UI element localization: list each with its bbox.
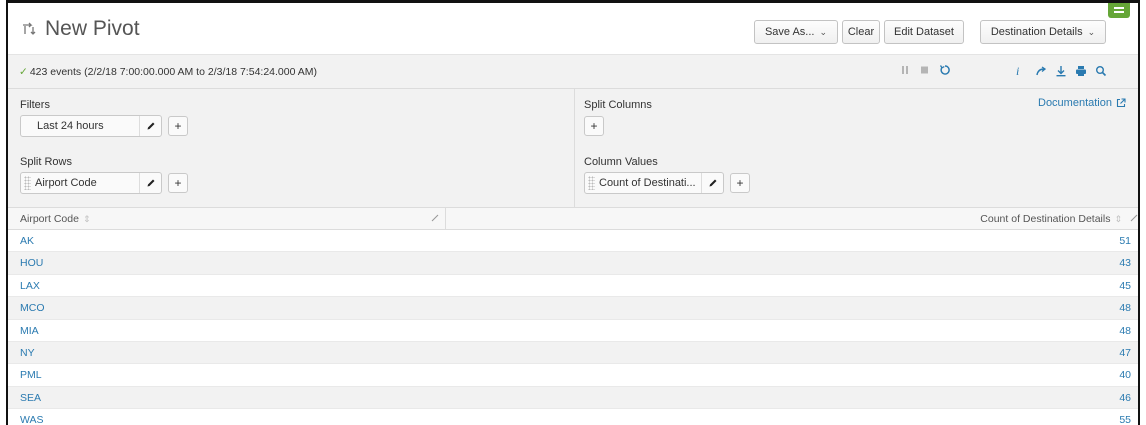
table-row: NY 47 — [8, 341, 1138, 365]
sort-icon[interactable]: ⇕ — [83, 214, 91, 224]
sort-icon[interactable]: ⇕ — [1114, 214, 1122, 224]
title-area: New Pivot — [21, 17, 140, 41]
edit-dataset-button[interactable]: Edit Dataset — [884, 20, 964, 44]
table-row: HOU 43 — [8, 252, 1138, 275]
chevron-down-icon: ⌄ — [1087, 26, 1096, 37]
search-icon[interactable] — [1095, 65, 1107, 77]
external-link-icon — [1116, 98, 1126, 108]
add-filter-button[interactable]: + — [168, 116, 188, 136]
filters-label: Filters — [20, 99, 50, 111]
pencil-icon[interactable] — [701, 173, 723, 193]
add-split-row-button[interactable]: + — [168, 173, 188, 193]
split-columns-label: Split Columns — [584, 99, 652, 111]
pencil-icon[interactable] — [139, 173, 161, 193]
column-values-label: Column Values — [584, 156, 658, 168]
count-cell[interactable]: 43 — [1119, 257, 1131, 269]
filter-pill-label: Last 24 hours — [37, 120, 104, 132]
edit-dataset-label: Edit Dataset — [894, 26, 954, 38]
panel-divider — [574, 89, 575, 207]
airport-code-cell[interactable]: NY — [20, 347, 35, 359]
refresh-icon[interactable] — [939, 64, 951, 76]
table-body: AK 51 HOU 43 LAX 45 MCO 48 MIA 48 NY 47 PML 40 … — [8, 230, 1138, 425]
column-value-pill[interactable]: Count of Destinati... — [584, 172, 724, 194]
checkmark-icon: ✓ — [19, 66, 28, 78]
dataset-dropdown[interactable]: Destination Details ⌄ — [980, 20, 1106, 44]
documentation-link[interactable]: Documentation — [1038, 97, 1126, 109]
share-icon[interactable] — [1035, 65, 1047, 77]
count-cell[interactable]: 55 — [1119, 414, 1131, 425]
documentation-label: Documentation — [1038, 97, 1112, 109]
column-header-count[interactable]: Count of Destination Details ⇕ — [980, 213, 1122, 225]
page-header: New Pivot Save As... ⌄ Clear Edit Datase… — [8, 3, 1138, 55]
split-row-label: Airport Code — [35, 177, 97, 189]
airport-code-cell[interactable]: LAX — [20, 280, 40, 292]
pencil-icon[interactable] — [431, 214, 439, 222]
pause-icon[interactable] — [901, 65, 909, 75]
info-icon[interactable]: i — [1016, 65, 1019, 77]
airport-code-cell[interactable]: WAS — [20, 414, 44, 425]
job-status-bar: ✓ 423 events (2/2/18 7:00:00.000 AM to 2/… — [8, 55, 1138, 89]
pencil-icon[interactable] — [139, 116, 161, 136]
count-cell[interactable]: 46 — [1119, 392, 1131, 404]
column-value-label: Count of Destinati... — [599, 177, 696, 189]
print-icon[interactable] — [1075, 65, 1087, 77]
table-row: AK 51 — [8, 230, 1138, 253]
table-row: SEA 46 — [8, 386, 1138, 410]
clear-label: Clear — [847, 26, 875, 38]
drag-handle-icon[interactable] — [588, 176, 595, 190]
filter-pill[interactable]: Last 24 hours — [20, 115, 162, 137]
airport-code-cell[interactable]: AK — [20, 235, 34, 247]
table-row: WAS 55 — [8, 409, 1138, 425]
split-rows-label: Split Rows — [20, 156, 72, 168]
column-header-airport-code[interactable]: Airport Code ⇕ — [8, 208, 446, 229]
count-cell[interactable]: 48 — [1119, 302, 1131, 314]
split-row-pill[interactable]: Airport Code — [20, 172, 162, 194]
dataset-dropdown-label: Destination Details — [990, 26, 1083, 38]
pivot-config-panel: Filters Last 24 hours + Split Rows Airpo… — [8, 89, 1138, 208]
table-row: MIA 48 — [8, 320, 1138, 342]
airport-code-cell[interactable]: MIA — [20, 325, 39, 337]
count-cell[interactable]: 45 — [1119, 280, 1131, 292]
drag-handle-icon[interactable] — [24, 176, 31, 190]
chevron-down-icon: ⌄ — [819, 26, 828, 37]
save-as-label: Save As... — [764, 26, 815, 38]
count-cell[interactable]: 40 — [1119, 369, 1131, 381]
add-column-value-button[interactable]: + — [730, 173, 750, 193]
pivot-editor: New Pivot Save As... ⌄ Clear Edit Datase… — [6, 0, 1140, 425]
add-split-column-button[interactable]: + — [584, 116, 604, 136]
pivot-icon — [23, 22, 36, 35]
table-row: MCO 48 — [8, 297, 1138, 320]
clear-button[interactable]: Clear — [842, 20, 880, 44]
event-count: ✓ 423 events (2/2/18 7:00:00.000 AM to 2/… — [19, 66, 317, 78]
count-cell[interactable]: 47 — [1119, 347, 1131, 359]
airport-code-cell[interactable]: MCO — [20, 302, 45, 314]
pencil-icon[interactable] — [1130, 214, 1138, 222]
table-row: LAX 45 — [8, 275, 1138, 298]
column-header-label: Airport Code ⇕ — [20, 213, 91, 225]
event-count-text: 423 events (2/2/18 7:00:00.000 AM to 2/3… — [29, 66, 318, 78]
count-cell[interactable]: 48 — [1119, 325, 1131, 337]
save-as-button[interactable]: Save As... ⌄ — [754, 20, 838, 44]
menu-icon[interactable] — [1108, 3, 1130, 18]
table-row: PML 40 — [8, 364, 1138, 387]
airport-code-cell[interactable]: HOU — [20, 257, 43, 269]
download-icon[interactable] — [1055, 65, 1067, 77]
airport-code-cell[interactable]: PML — [20, 369, 42, 381]
stop-icon[interactable] — [920, 65, 929, 75]
count-cell[interactable]: 51 — [1119, 235, 1131, 247]
table-header: Airport Code ⇕ Count of Destination Detai… — [8, 208, 1138, 230]
page-title: New Pivot — [45, 17, 140, 40]
airport-code-cell[interactable]: SEA — [20, 392, 41, 404]
